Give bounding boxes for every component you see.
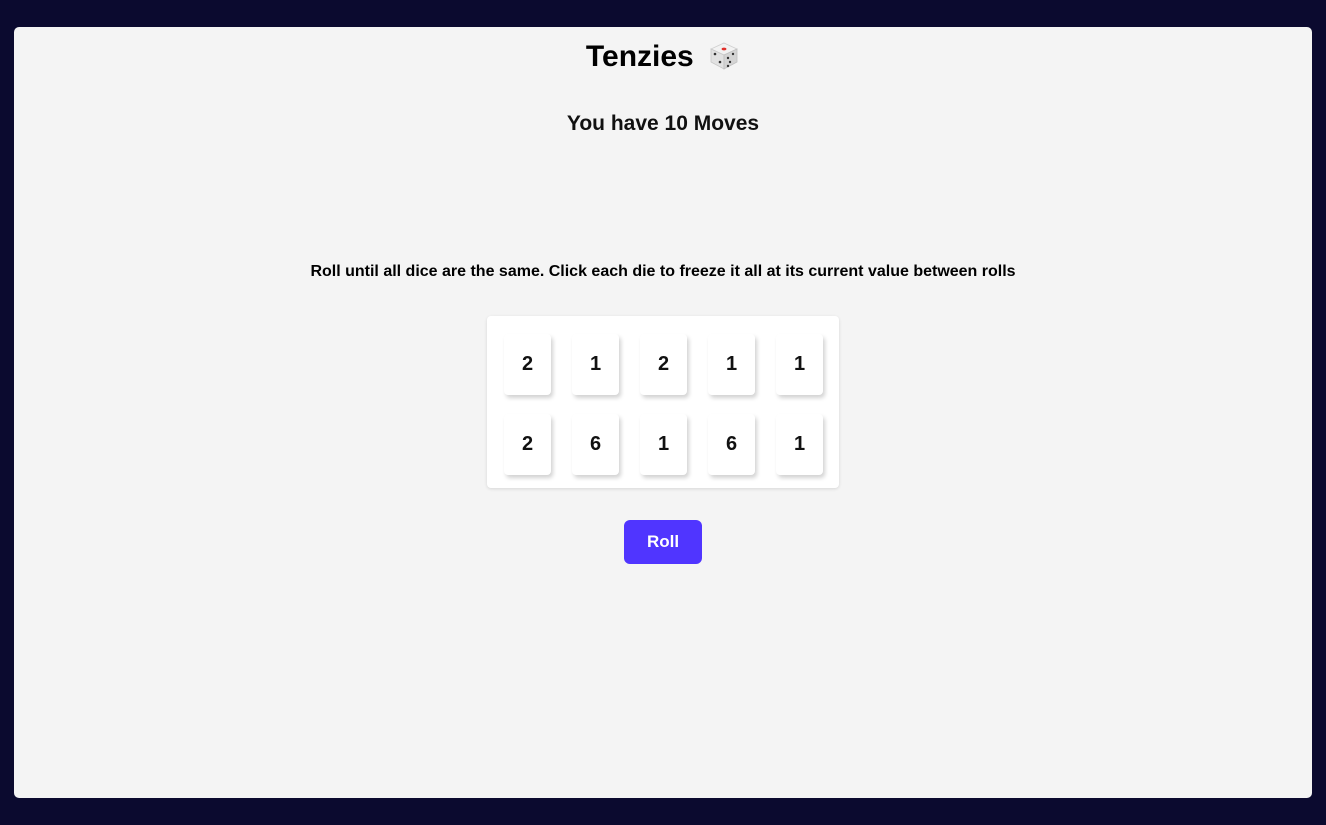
die[interactable]: 1 <box>572 334 619 395</box>
die[interactable]: 1 <box>708 334 755 395</box>
die[interactable]: 2 <box>504 414 551 475</box>
title-text: Tenzies <box>585 40 694 73</box>
roll-button[interactable]: Roll <box>624 520 702 564</box>
game-panel: Tenzies You have 10 Moves Roll until all… <box>14 27 1312 798</box>
die[interactable]: 1 <box>776 414 823 475</box>
dice-board: 2 1 2 1 1 2 6 1 6 1 <box>487 316 839 488</box>
die[interactable]: 6 <box>708 414 755 475</box>
moves-counter: You have 10 Moves <box>566 112 760 135</box>
dice-grid: 2 1 2 1 1 2 6 1 6 1 <box>504 334 823 475</box>
instructions-text: Roll until all dice are the same. Click … <box>310 263 1016 280</box>
die[interactable]: 1 <box>640 414 687 475</box>
page-title: Tenzies <box>14 39 1312 75</box>
die-icon <box>708 40 740 72</box>
die[interactable]: 6 <box>572 414 619 475</box>
die[interactable]: 2 <box>504 334 551 395</box>
die[interactable]: 2 <box>640 334 687 395</box>
die[interactable]: 1 <box>776 334 823 395</box>
